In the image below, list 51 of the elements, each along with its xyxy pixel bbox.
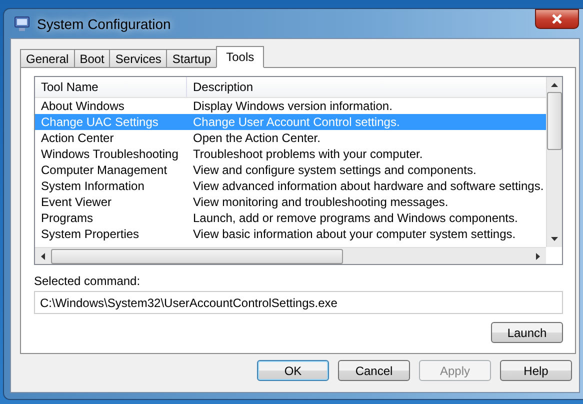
table-cell-text: System Information [40,178,146,194]
table-cell-text: Computer Management [40,162,168,178]
table-row[interactable]: Action Center Open the Action Center. [35,130,546,146]
tab[interactable]: Startup [166,49,218,67]
dialog-button[interactable]: Help [500,360,572,381]
table-cell-text: Troubleshoot problems with your computer. [192,146,423,162]
table-row[interactable]: System Information View advanced information about hardware and software settings. [35,178,546,194]
table-cell-text: Windows Troubleshooting [40,146,180,162]
table-cell-text: System Properties [40,226,140,242]
command-field[interactable]: C:\Windows\System32\UserAccountControlSettings.exe [34,291,563,314]
up-arrow-icon [551,83,558,87]
close-button[interactable] [535,8,579,28]
table-row[interactable]: Programs Launch, add or remove programs and Windows components. [35,210,546,226]
table-cell-text: Change UAC Settings [40,114,160,130]
right-arrow-icon [536,252,540,260]
table-cell-text: Display Windows version information. [192,98,392,114]
monitor-icon [14,16,30,32]
window-title: System Configuration [37,16,171,32]
selected-command-label: Selected command: [34,274,142,288]
table-row[interactable]: Computer Management View and configure system settings and components. [35,162,546,178]
table-cell-text: View advanced information about hardware and software settings. [192,178,544,194]
table-cell-text: About Windows [40,98,126,114]
table-cell-text: Open the Action Center. [192,130,320,146]
scroll-thumb[interactable] [547,92,562,150]
launch-button[interactable]: Launch [491,322,563,343]
column-header[interactable]: Description [187,77,254,97]
close-icon [551,14,563,24]
horizontal-scrollbar[interactable] [35,247,546,264]
table-cell-text: Event Viewer [40,194,112,210]
table-cell-text: Programs [40,210,94,226]
tab[interactable]: Services [109,49,168,67]
dialog-button[interactable]: Cancel [338,360,410,381]
down-arrow-icon [551,237,558,242]
table-cell-text: View monitoring and troubleshooting messages. [192,194,448,210]
table-cell-text: Launch, add or remove programs and Windows components. [192,210,518,226]
vertical-scrollbar[interactable] [546,77,562,248]
table-cell-text: View and configure system settings and components. [192,162,476,178]
table-cell-text: Change User Account Control settings. [192,114,400,130]
table-row[interactable]: Event Viewer View monitoring and troubleshooting messages. [35,194,546,210]
scroll-thumb[interactable] [51,248,343,264]
tab[interactable]: General [20,49,75,67]
table-cell-text: Action Center [40,130,115,146]
table-row[interactable]: System Properties View basic information about your computer system settings. [35,226,546,242]
tab[interactable]: Boot [74,49,110,67]
tab[interactable]: Tools [216,46,264,68]
left-arrow-icon [41,252,45,260]
table-row[interactable]: Windows Troubleshooting Troubleshoot problems with your computer. [35,146,546,162]
table-row[interactable]: About Windows Display Windows version information. [35,98,546,114]
table-cell-text: View basic information about your computer system settings. [192,226,516,242]
column-header[interactable]: Tool Name [35,77,187,97]
dialog-button[interactable]: OK [257,360,329,381]
